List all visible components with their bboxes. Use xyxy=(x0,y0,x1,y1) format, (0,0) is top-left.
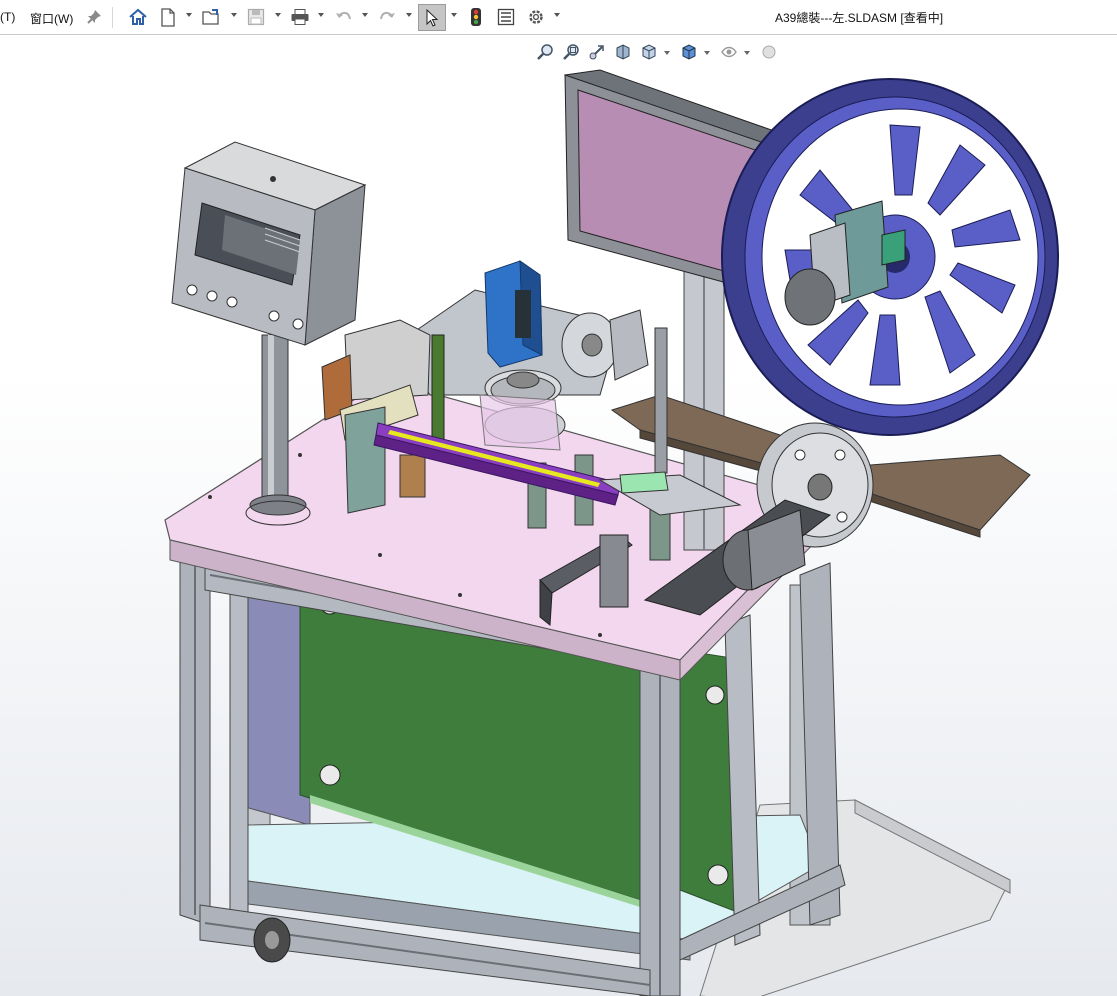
pin-icon[interactable] xyxy=(82,6,106,28)
home-icon[interactable] xyxy=(126,6,150,28)
tools-menu[interactable]: (T) xyxy=(0,10,15,24)
traffic-light-icon[interactable] xyxy=(464,6,488,28)
open-folder-icon[interactable] xyxy=(199,6,223,28)
assembly-model-3d[interactable] xyxy=(0,35,1117,996)
redo-icon[interactable] xyxy=(375,6,399,28)
file-properties-icon[interactable] xyxy=(494,6,518,28)
undo-dropdown-arrow[interactable] xyxy=(362,13,368,17)
print-dropdown-arrow[interactable] xyxy=(318,13,324,17)
toolbar-separator xyxy=(112,7,113,28)
new-dropdown-arrow[interactable] xyxy=(186,13,192,17)
control-box xyxy=(171,141,367,346)
select-pointer-icon[interactable] xyxy=(418,4,446,31)
graphics-viewport[interactable] xyxy=(0,35,1117,996)
save-dropdown-arrow[interactable] xyxy=(275,13,281,17)
open-dropdown-arrow[interactable] xyxy=(231,13,237,17)
print-icon[interactable] xyxy=(288,6,312,28)
command-toolbar: (T) 窗口(W) A39總裝---左.SLDASM [查看中] xyxy=(0,0,1117,35)
options-dropdown-arrow[interactable] xyxy=(554,13,560,17)
redo-dropdown-arrow[interactable] xyxy=(406,13,412,17)
undo-icon[interactable] xyxy=(332,6,356,28)
options-gear-icon[interactable] xyxy=(524,6,548,28)
save-icon[interactable] xyxy=(244,6,268,28)
document-title: A39總裝---左.SLDASM [查看中] xyxy=(775,11,944,25)
new-document-icon[interactable] xyxy=(156,6,180,28)
window-menu[interactable]: 窗口(W) xyxy=(30,10,73,27)
select-dropdown-arrow[interactable] xyxy=(451,13,457,17)
